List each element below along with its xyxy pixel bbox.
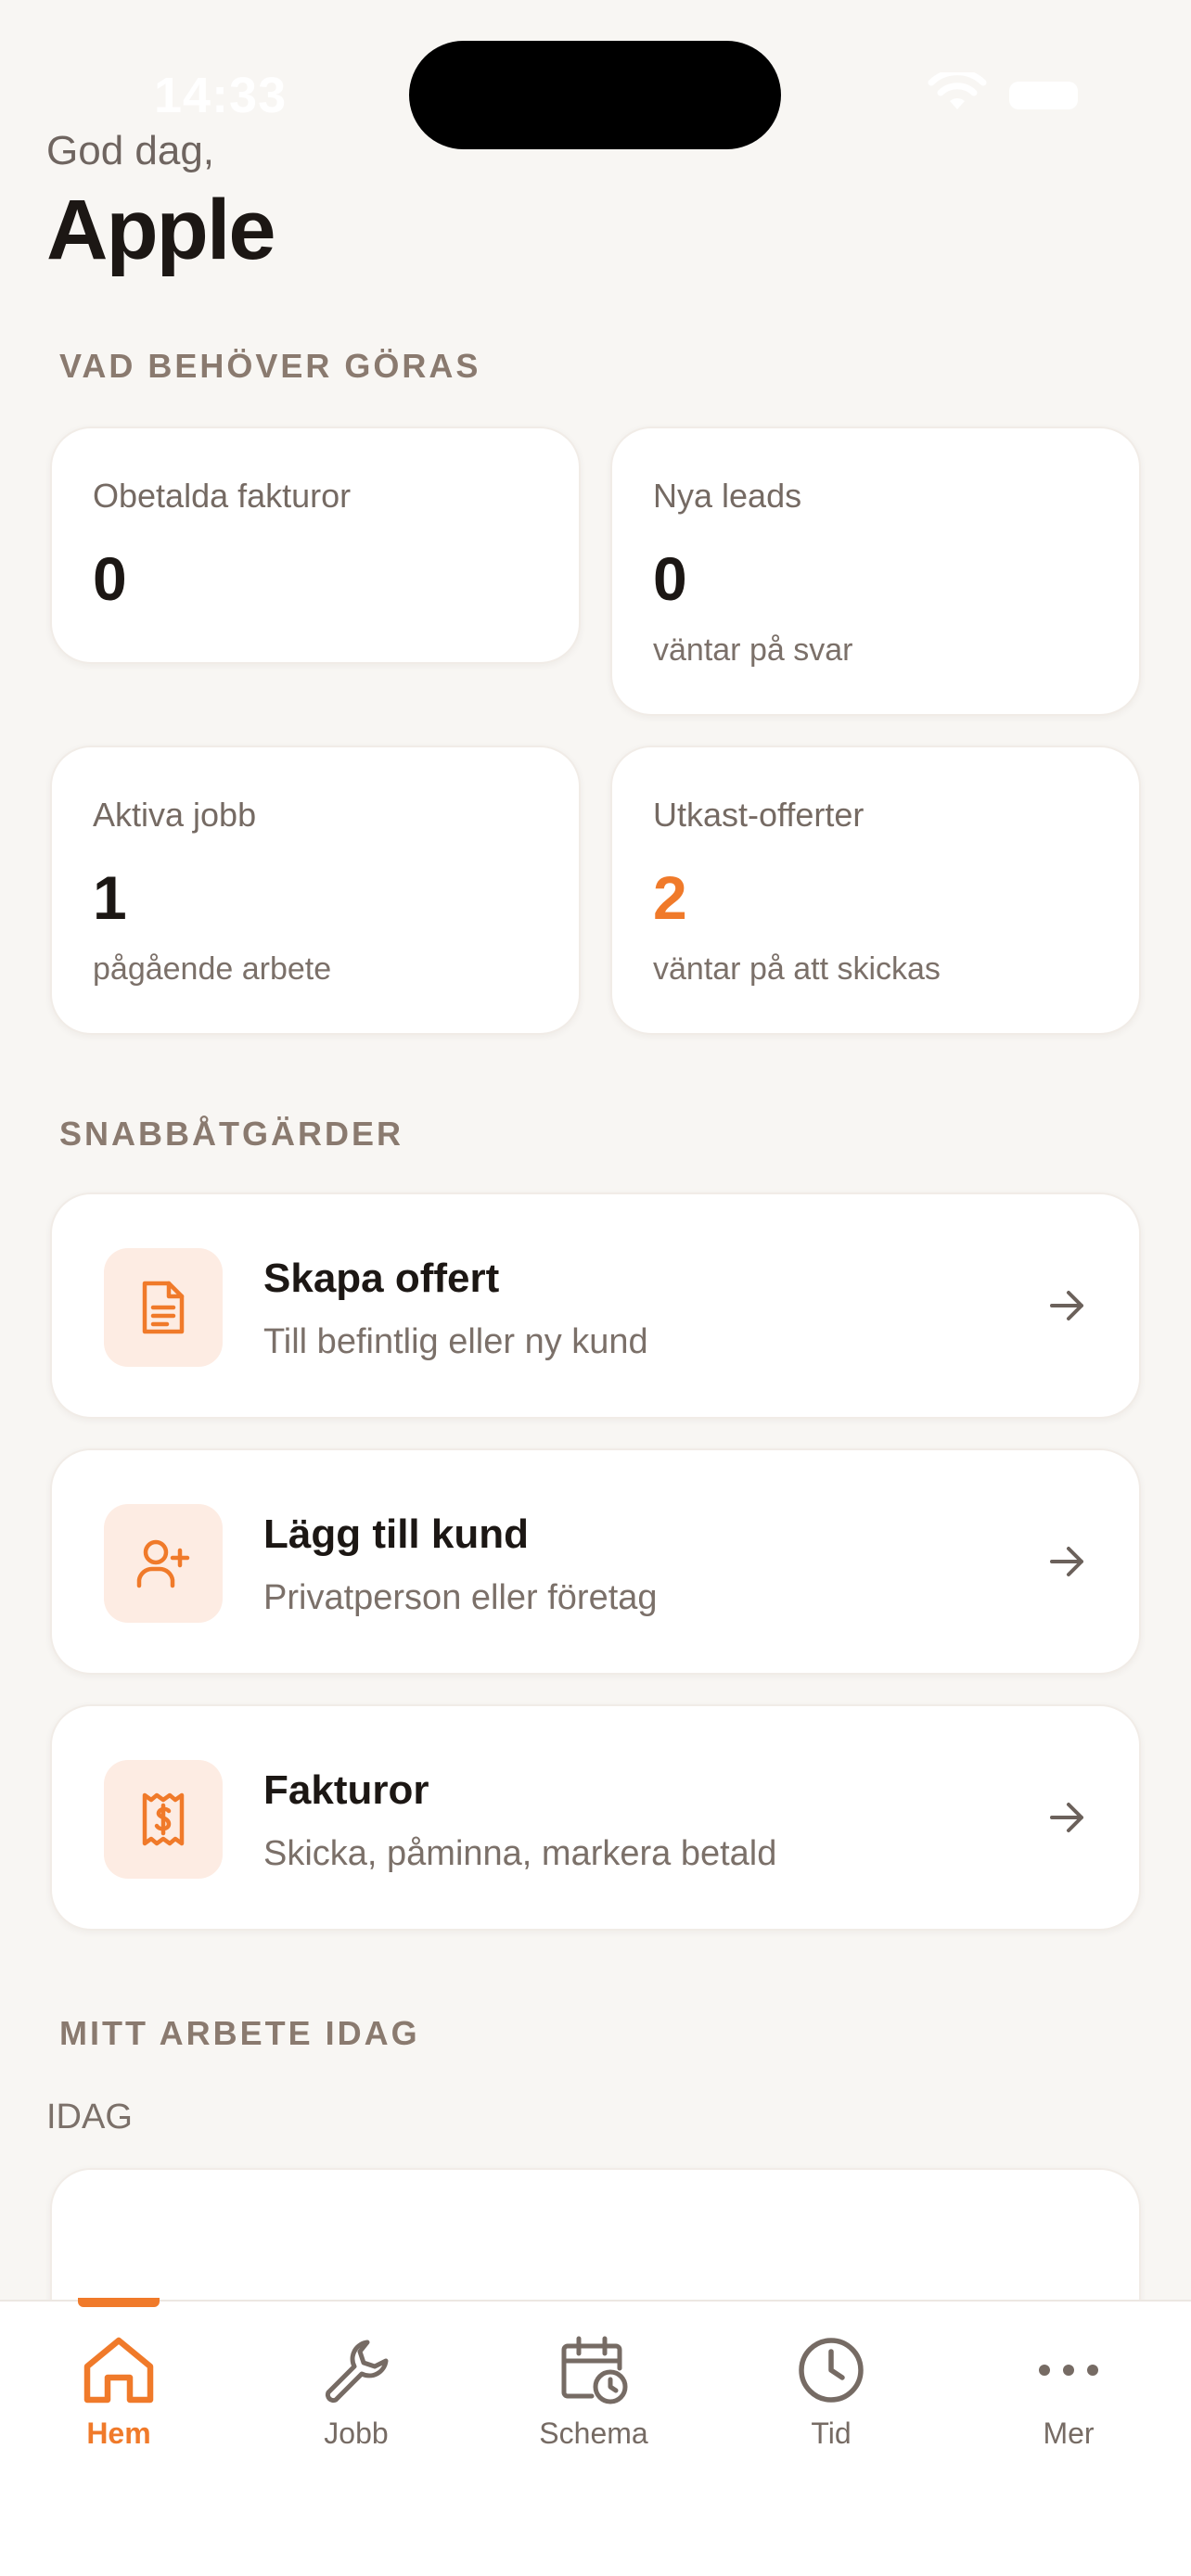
section-title-todo: VAD BEHÖVER GÖRAS [59,347,481,385]
stat-label: Utkast-offerter [653,796,864,834]
stat-card-active-jobs[interactable]: Aktiva jobb 1 pågående arbete [50,746,581,1035]
today-label: IDAG [46,2098,133,2136]
more-icon [1039,2365,1098,2376]
status-time: 14:33 [154,68,288,123]
tab-jobs[interactable]: Jobb [237,2302,475,2487]
action-title: Lägg till kund [263,1511,529,1557]
stat-label: Aktiva jobb [93,796,257,834]
wifi-icon [928,72,987,109]
tab-label: Schema [539,2417,648,2450]
stat-card-new-leads[interactable]: Nya leads 0 väntar på svar [610,427,1141,716]
action-icon-box [104,1504,223,1623]
user-plus-icon [136,1539,190,1588]
stat-value: 2 [653,863,687,932]
tab-home[interactable]: Hem [0,2298,237,2487]
action-subtitle: Till befintlig eller ny kund [263,1322,648,1361]
action-subtitle: Privatperson eller företag [263,1578,658,1617]
action-title: Fakturor [263,1767,429,1813]
wrench-icon [325,2340,389,2404]
tab-bar: Hem Jobb Schema Tid Mer [0,2298,1191,2576]
tab-more[interactable]: Mer [950,2302,1187,2487]
stat-value: 0 [653,544,687,613]
tab-time[interactable]: Tid [712,2302,950,2487]
calendar-clock-icon [561,2336,628,2404]
home-icon [83,2337,154,2404]
tab-label: Tid [811,2417,852,2450]
user-name: Apple [46,183,276,277]
action-icon-box [104,1248,223,1367]
stat-label: Obetalda fakturor [93,477,352,515]
clock-icon [799,2338,864,2403]
stat-label: Nya leads [653,477,802,515]
stat-value: 1 [93,863,127,932]
tab-label: Jobb [324,2417,389,2450]
action-title: Skapa offert [263,1256,500,1301]
tab-label: Hem [86,2417,151,2450]
section-title-quick-actions: SNABBÅTGÄRDER [59,1115,403,1153]
tab-label: Mer [1043,2417,1095,2450]
active-tab-indicator [78,2298,160,2307]
action-invoices[interactable]: Fakturor Skicka, påminna, markera betald [50,1704,1141,1931]
dynamic-island [409,41,781,149]
action-create-quote[interactable]: Skapa offert Till befintlig eller ny kun… [50,1192,1141,1419]
tab-schedule[interactable]: Schema [475,2302,712,2487]
stat-sub: väntar på att skickas [653,951,941,987]
arrow-right-icon [1050,1803,1083,1832]
arrow-right-icon [1050,1547,1083,1576]
stat-sub: väntar på svar [653,632,853,668]
stat-sub: pågående arbete [93,951,332,987]
action-add-customer[interactable]: Lägg till kund Privatperson eller företa… [50,1448,1141,1675]
battery-icon [1009,82,1078,109]
action-subtitle: Skicka, påminna, markera betald [263,1834,777,1873]
arrow-right-icon [1050,1291,1083,1320]
greeting: God dag, [46,128,215,173]
stat-card-draft-quotes[interactable]: Utkast-offerter 2 väntar på att skickas [610,746,1141,1035]
stat-value: 0 [93,544,127,613]
document-icon [142,1281,185,1334]
stat-card-unpaid-invoices[interactable]: Obetalda fakturor 0 [50,427,581,664]
section-title-today: MITT ARBETE IDAG [59,2014,420,2052]
action-icon-box [104,1760,223,1879]
receipt-icon [142,1792,185,1846]
